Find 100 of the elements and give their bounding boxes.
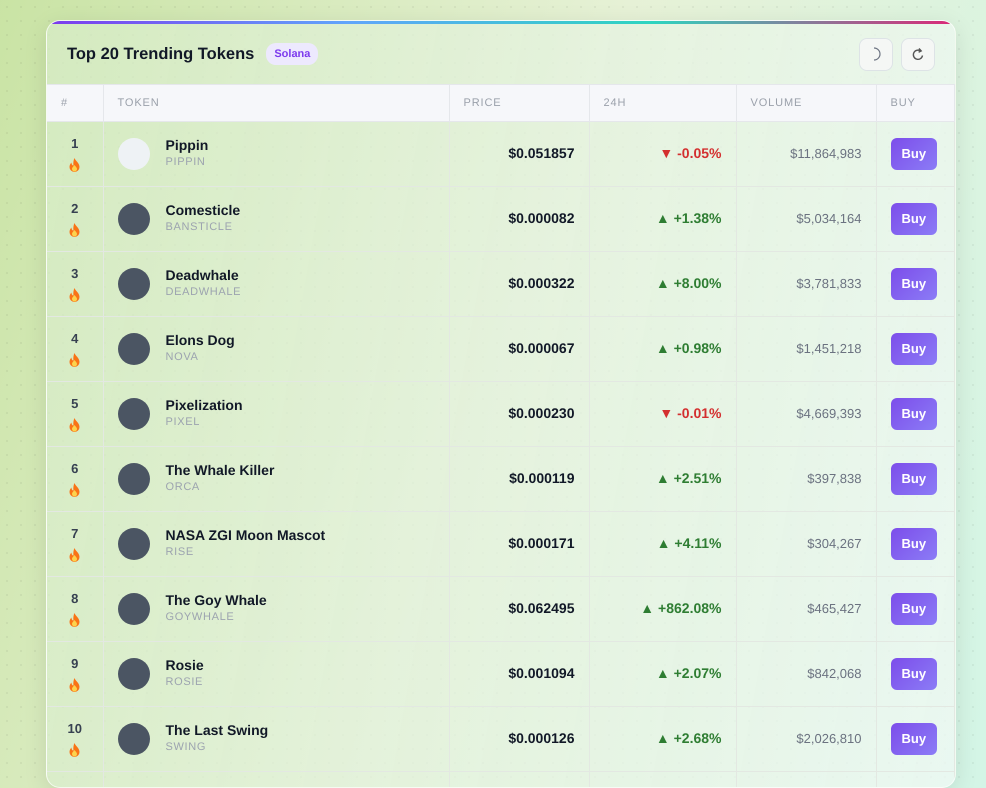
token-price: $0.000119: [509, 470, 574, 486]
trading-volume: $4,669,393: [796, 406, 862, 421]
token-avatar: [118, 332, 150, 365]
token-symbol: PIPPIN: [166, 155, 207, 170]
flame-icon: [69, 678, 80, 692]
rank-number: 4: [71, 332, 78, 344]
price-change: ▲ +0.98%: [656, 340, 722, 356]
buy-button[interactable]: Buy: [890, 463, 938, 495]
buy-button[interactable]: Buy: [890, 398, 938, 430]
token-price: $0.000067: [508, 340, 574, 356]
buy-button[interactable]: Buy: [890, 528, 938, 560]
buy-button[interactable]: Buy: [890, 203, 938, 235]
price-change: ▲ +2.07%: [656, 665, 722, 681]
price-change: ▲ +8.00%: [656, 275, 722, 291]
rank-number: 3: [71, 266, 78, 280]
token-name: Deadwhale: [166, 267, 240, 284]
token-name: The Whale Killer: [166, 462, 274, 480]
flame-icon: [69, 612, 80, 626]
column-header: 24H: [604, 96, 626, 109]
token-name: The Goy Whale: [166, 592, 267, 610]
token-name: Pippin: [166, 137, 208, 154]
column-header: BUY: [890, 96, 916, 109]
token-symbol: NOVA: [166, 350, 200, 366]
column-header: TOKEN: [118, 96, 160, 109]
theme-toggle-button[interactable]: [859, 38, 893, 70]
flame-icon: [69, 742, 80, 756]
price-change: ▼ -0.01%: [659, 405, 722, 421]
trading-volume: $2,026,810: [796, 731, 862, 746]
trading-volume: $842,068: [807, 666, 862, 681]
flame-icon: [69, 158, 80, 172]
token-price: $0.000082: [508, 210, 574, 226]
panel-title: Top 20 Trending Tokens: [67, 44, 254, 65]
token-avatar: [118, 722, 150, 755]
moon-icon: [871, 47, 881, 61]
token-name: Rosie: [166, 657, 204, 674]
token-avatar: [118, 528, 150, 560]
buy-button[interactable]: Buy: [890, 723, 938, 755]
trading-volume: $465,427: [807, 601, 862, 616]
flame-icon: [69, 222, 80, 236]
token-avatar: [118, 658, 150, 690]
token-symbol: ROSIE: [166, 675, 204, 690]
token-symbol: DEADWHALE: [166, 285, 242, 300]
column-header: VOLUME: [750, 96, 802, 109]
token-price: $0.000230: [508, 405, 574, 421]
flame-icon: [69, 548, 80, 562]
buy-button[interactable]: Buy: [890, 333, 938, 365]
buy-button[interactable]: Buy: [890, 658, 938, 690]
token-avatar: [118, 592, 150, 625]
rank-number: 8: [71, 592, 78, 604]
trading-volume: $1,451,218: [796, 341, 862, 356]
rank-number: 2: [71, 202, 78, 214]
price-change: ▲ +2.51%: [656, 470, 722, 486]
trading-volume: $304,267: [807, 536, 862, 551]
price-change: ▼ -0.05%: [659, 145, 722, 161]
rank-number: 7: [71, 526, 78, 540]
token-name: Pixelization: [166, 397, 243, 414]
flame-icon: [69, 418, 80, 432]
token-price: $0.001094: [508, 665, 574, 681]
rank-number: 6: [71, 462, 78, 474]
flame-icon: [69, 482, 80, 496]
token-price: $0.000322: [508, 275, 574, 291]
flame-icon: [69, 352, 80, 366]
rank-column-header: #: [61, 96, 68, 109]
buy-button[interactable]: Buy: [890, 138, 938, 170]
token-name: Elons Dog: [166, 332, 235, 350]
trading-volume: $11,864,983: [790, 146, 862, 161]
token-price: $0.062495: [508, 600, 574, 616]
token-symbol: PIXEL: [166, 415, 201, 430]
token-symbol: GOYWHALE: [166, 610, 236, 626]
token-price: $0.000171: [508, 535, 574, 551]
price-change: ▲ +4.11%: [656, 535, 722, 551]
buy-button[interactable]: Buy: [890, 593, 938, 625]
flame-icon: [69, 288, 80, 302]
token-name: The Last Swing: [166, 722, 268, 740]
column-header: PRICE: [464, 96, 502, 109]
token-avatar: [118, 398, 150, 430]
token-symbol: RISE: [166, 545, 195, 560]
rank-number: 9: [71, 656, 78, 670]
rank-number: 10: [68, 722, 82, 734]
rank-number: 1: [71, 136, 78, 150]
buy-button[interactable]: Buy: [890, 268, 938, 300]
token-name: Comesticle: [166, 202, 240, 220]
trading-volume: $397,838: [807, 471, 862, 486]
token-avatar: [118, 138, 150, 170]
token-avatar: [118, 268, 150, 300]
token-price: $0.051857: [508, 145, 574, 161]
trading-volume: $3,781,833: [796, 276, 862, 291]
refresh-button[interactable]: [901, 38, 935, 70]
rank-number: 5: [71, 396, 78, 410]
token-avatar: [118, 202, 150, 235]
token-avatar: [118, 462, 150, 495]
refresh-icon: [911, 46, 925, 62]
price-change: ▲ +1.38%: [656, 210, 722, 226]
token-symbol: ORCA: [166, 480, 201, 496]
trading-volume: $5,034,164: [796, 211, 862, 226]
token-symbol: BANSTICLE: [166, 220, 234, 236]
price-change: ▲ +862.08%: [640, 600, 722, 616]
token-name: NASA ZGI Moon Mascot: [166, 527, 326, 544]
price-change: ▲ +2.68%: [656, 730, 722, 746]
token-price: $0.000126: [508, 730, 574, 746]
